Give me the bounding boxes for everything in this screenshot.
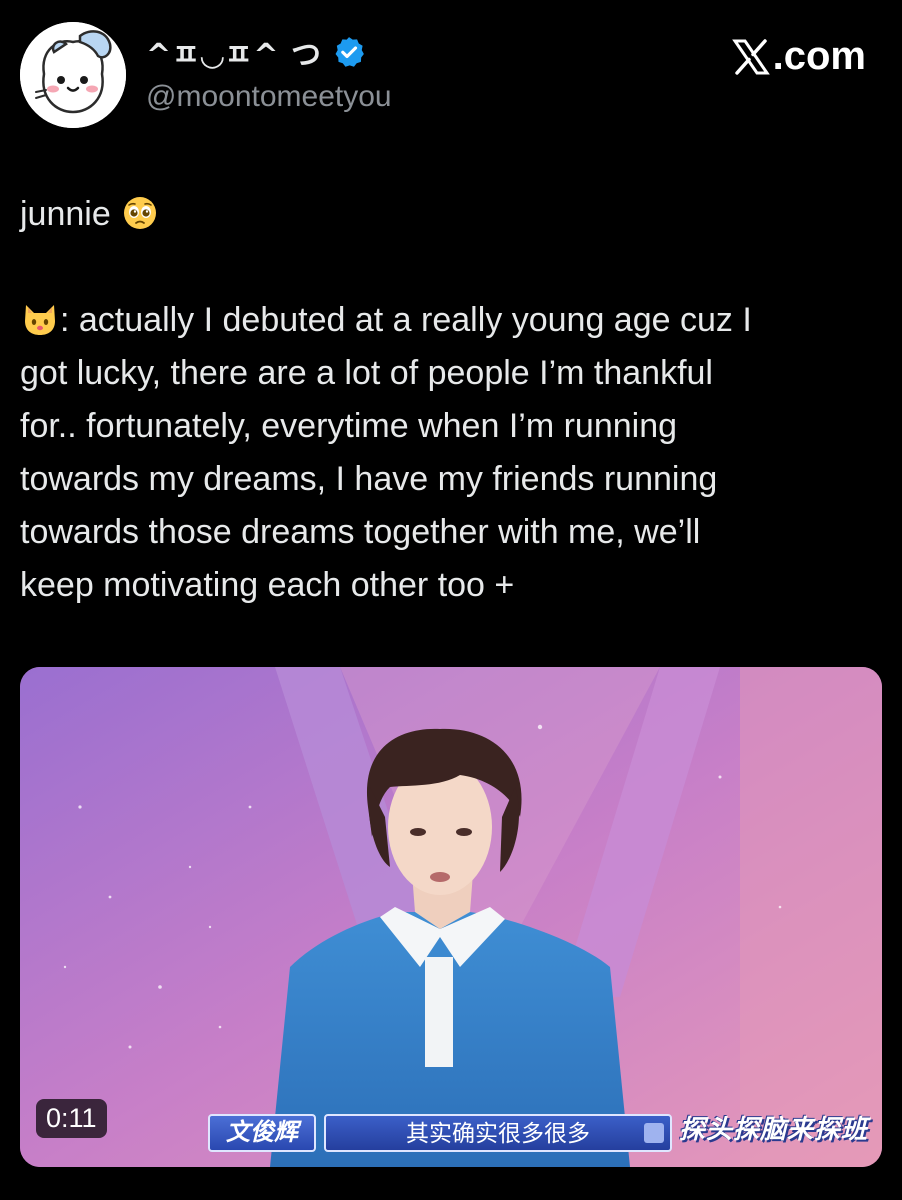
video-player[interactable]: 0:11 文俊辉 其实确实很多很多 探头探脑来探班: [20, 667, 882, 1167]
tweet-text: junnie : actually I debuted at a really …: [20, 188, 880, 612]
subtitle-search-icon: [644, 1123, 664, 1143]
x-logo-icon: [731, 38, 770, 75]
tweet-quote-line-2: got lucky, there are a lot of people I’m…: [20, 354, 713, 392]
user-handle[interactable]: @moontomeetyou: [146, 80, 392, 114]
cat-face-emoji-icon: [22, 301, 58, 337]
video-frame: [20, 667, 882, 1167]
tweet-header: ^ㅍ◡ㅍ^ つ @moontomeetyou .com: [0, 0, 902, 150]
tweet-line-1: junnie: [20, 188, 880, 241]
pleading-face-emoji-icon: [122, 195, 158, 231]
brand-label: .com: [772, 34, 866, 78]
video-duration: 0:11: [36, 1099, 107, 1138]
display-name[interactable]: ^ㅍ◡ㅍ^ つ: [146, 30, 322, 74]
verified-badge-icon: [335, 37, 364, 67]
speaker-name-tag: 文俊辉: [208, 1114, 316, 1152]
name-row: ^ㅍ◡ㅍ^ つ: [146, 30, 366, 74]
video-subtitle: 其实确实很多很多: [324, 1114, 672, 1152]
tweet-quote-line-6: keep motivating each other too +: [20, 566, 515, 604]
tweet-quote-line-1: : actually I debuted at a really young a…: [20, 294, 880, 347]
tweet-quote-line-3: for.. fortunately, everytime when I’m ru…: [20, 407, 678, 445]
cartoon-cat-avatar-icon: [20, 22, 126, 128]
avatar[interactable]: [20, 22, 126, 128]
video-subtitle-text: 其实确实很多很多: [406, 1120, 590, 1146]
tweet-quote-text: : actually I debuted at a really young a…: [60, 301, 752, 339]
video-caption-bar: 文俊辉 其实确实很多很多: [208, 1114, 672, 1152]
tweet-quote-line-5: towards those dreams together with me, w…: [20, 513, 701, 551]
tweet-quote-line-4: towards my dreams, I have my friends run…: [20, 460, 718, 498]
brand-mark: .com: [731, 34, 866, 79]
show-logo: 探头探脑来探班: [678, 1114, 868, 1144]
tweet-line-1-text: junnie: [20, 195, 111, 233]
